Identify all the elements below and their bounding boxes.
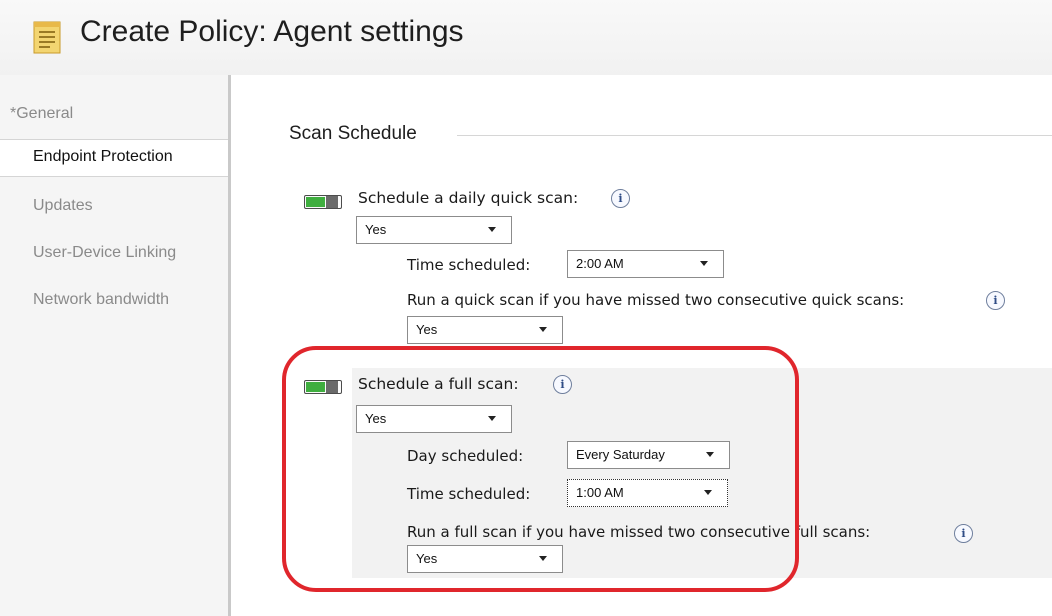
daily-quick-scan-toggle[interactable] [304,195,342,209]
full-day-scheduled-select[interactable]: Every Saturday [567,441,730,469]
nav-item-endpoint-protection[interactable]: Endpoint Protection [0,139,228,177]
full-scan-toggle[interactable] [304,380,342,394]
full-day-scheduled-value: Every Saturday [576,447,665,462]
full-missed-select[interactable]: Yes [407,545,563,573]
left-nav: *General Endpoint Protection Updates Use… [0,75,231,616]
quick-missed-info-icon[interactable]: i [986,291,1005,310]
full-scan-select[interactable]: Yes [356,405,512,433]
toggle-knob [326,381,338,393]
chevron-down-icon [488,227,496,232]
chevron-down-icon [704,490,712,495]
title-bar: Create Policy: Agent settings [0,0,1052,75]
window-title: Create Policy: Agent settings [80,15,464,48]
daily-quick-scan-value: Yes [365,222,387,237]
section-header-scan-schedule: Scan Schedule [289,123,417,144]
full-time-scheduled-value: 1:00 AM [576,485,624,500]
nav-item-general[interactable]: *General [10,105,73,123]
policy-document-icon [33,21,61,54]
daily-quick-scan-label: Schedule a daily quick scan: [358,189,579,207]
chevron-down-icon [488,416,496,421]
full-missed-value: Yes [416,551,438,566]
chevron-down-icon [700,261,708,266]
nav-item-updates[interactable]: Updates [33,197,93,215]
quick-time-scheduled-select[interactable]: 2:00 AM [567,250,724,278]
quick-missed-label: Run a quick scan if you have missed two … [407,291,905,309]
toggle-knob [326,196,338,208]
daily-quick-scan-select[interactable]: Yes [356,216,512,244]
full-scan-info-icon[interactable]: i [553,375,572,394]
full-missed-info-icon[interactable]: i [954,524,973,543]
toggle-on-indicator [306,382,325,392]
full-time-scheduled-label: Time scheduled: [407,485,531,503]
chevron-down-icon [539,556,547,561]
quick-time-scheduled-label: Time scheduled: [407,256,531,274]
settings-content: Scan Schedule Schedule a daily quick sca… [231,75,1052,616]
nav-item-network-bandwidth[interactable]: Network bandwidth [33,291,169,309]
quick-missed-select[interactable]: Yes [407,316,563,344]
chevron-down-icon [539,327,547,332]
nav-item-user-device-linking[interactable]: User-Device Linking [33,244,176,262]
full-scan-label: Schedule a full scan: [358,375,519,393]
quick-missed-value: Yes [416,322,438,337]
full-time-scheduled-select[interactable]: 1:00 AM [567,479,728,507]
toggle-on-indicator [306,197,325,207]
chevron-down-icon [706,452,714,457]
nav-item-endpoint-protection-label: Endpoint Protection [33,148,173,165]
quick-time-scheduled-value: 2:00 AM [576,256,624,271]
full-scan-value: Yes [365,411,387,426]
daily-quick-scan-info-icon[interactable]: i [611,189,630,208]
section-divider [457,135,1052,136]
full-day-scheduled-label: Day scheduled: [407,447,524,465]
full-missed-label: Run a full scan if you have missed two c… [407,523,871,541]
